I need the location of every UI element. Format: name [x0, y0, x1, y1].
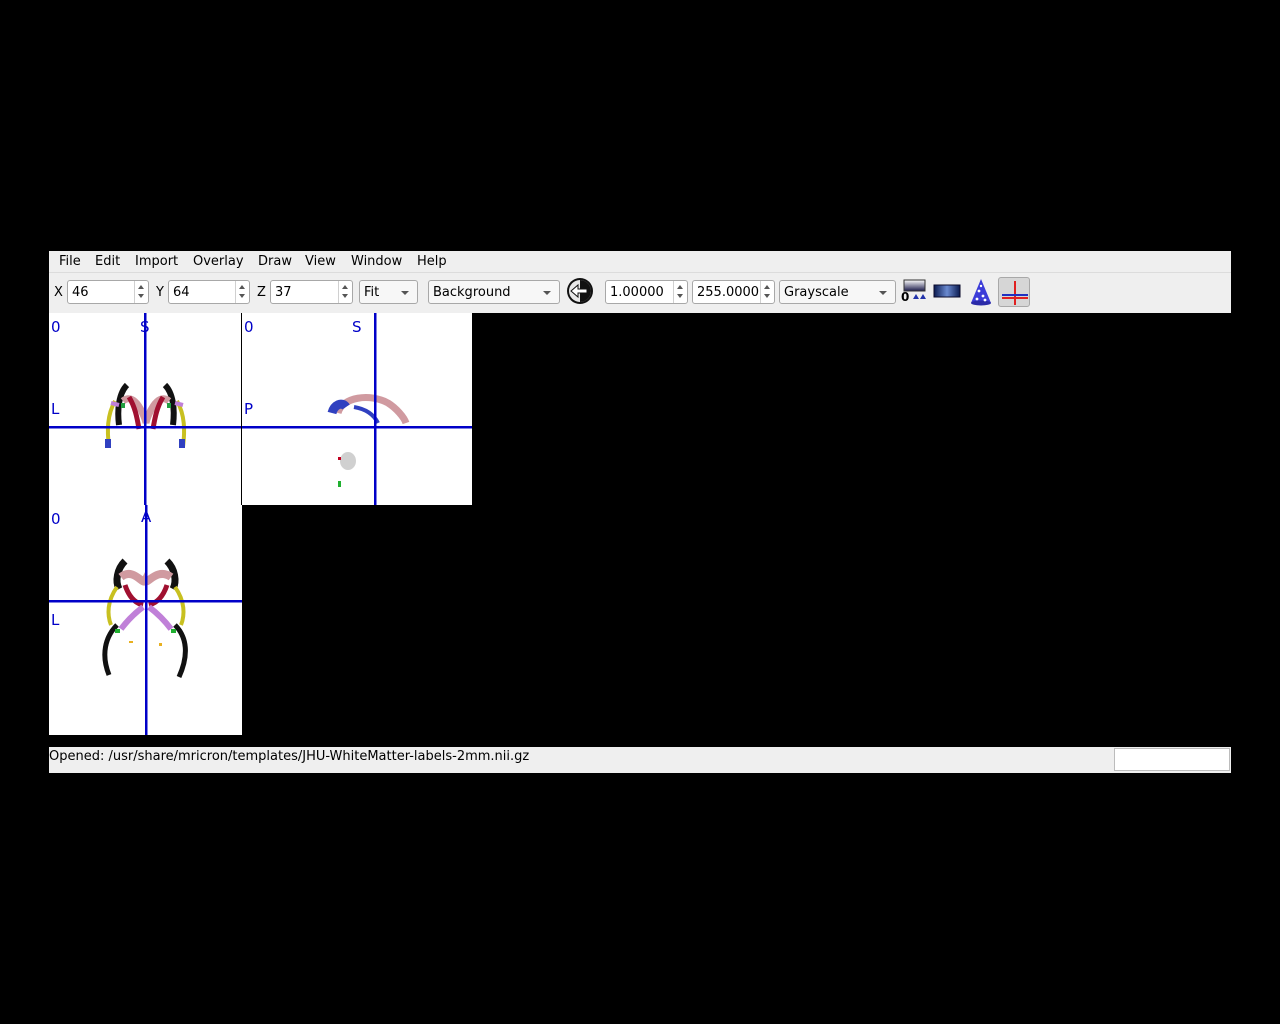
crosshair-toggle-button[interactable]	[998, 277, 1030, 307]
gradient-bar-button[interactable]	[931, 277, 963, 307]
chevron-down-icon	[401, 291, 409, 295]
render-icon	[971, 279, 991, 306]
axial-left-label: L	[51, 611, 60, 629]
menu-view[interactable]: View	[305, 254, 336, 269]
axial-anterior-label: A	[141, 508, 152, 526]
menu-help[interactable]: Help	[417, 254, 447, 269]
sagittal-view[interactable]: 0 S P	[242, 313, 472, 505]
crosshair-icon	[1002, 281, 1028, 305]
axial-brain-image	[49, 505, 242, 735]
y-coordinate-input[interactable]: 64	[168, 280, 250, 304]
sagittal-posterior-label: P	[244, 400, 254, 418]
x-coordinate-input[interactable]: 46	[67, 280, 149, 304]
sagittal-brain-image	[242, 313, 472, 505]
x-value: 46	[72, 285, 89, 300]
status-right-panel	[1114, 748, 1230, 771]
status-bar: Opened: /usr/share/mricron/templates/JHU…	[49, 747, 1231, 773]
render-button[interactable]	[965, 277, 997, 307]
z-label: Z	[257, 285, 266, 300]
x-label: X	[54, 285, 63, 300]
toolbar: X 46 Y 64 Z 37 Fit Background 1.00000 25…	[49, 273, 1231, 313]
undo-button[interactable]	[564, 277, 596, 307]
menu-draw[interactable]: Draw	[258, 254, 292, 269]
display-min-value: 1.00000	[610, 285, 664, 300]
gradient-bar-icon	[933, 284, 961, 298]
sagittal-slice-label: 0	[244, 318, 254, 336]
y-value: 64	[173, 285, 190, 300]
colorscheme-value: Grayscale	[784, 285, 849, 300]
coronal-view[interactable]: 0 S L	[49, 313, 241, 505]
menu-import[interactable]: Import	[135, 254, 178, 269]
z-value: 37	[275, 285, 292, 300]
max-spin-arrows[interactable]	[760, 281, 774, 303]
sagittal-superior-label: S	[352, 318, 362, 336]
layer-dropdown[interactable]: Background	[428, 280, 560, 304]
mricron-window: File Edit Import Overlay Draw View Windo…	[49, 251, 1231, 773]
undo-icon	[567, 278, 593, 304]
menu-file[interactable]: File	[59, 254, 81, 269]
chevron-down-icon	[879, 291, 887, 295]
x-spin-arrows[interactable]	[134, 281, 148, 303]
y-spin-arrows[interactable]	[235, 281, 249, 303]
coronal-superior-label: S	[140, 318, 150, 336]
coronal-left-label: L	[51, 400, 60, 418]
z-coordinate-input[interactable]: 37	[270, 280, 353, 304]
menu-bar: File Edit Import Overlay Draw View Windo…	[49, 251, 1231, 273]
color-adjust-button[interactable]: 0	[899, 277, 931, 307]
axial-view[interactable]: 0 A L	[49, 505, 242, 735]
y-label: Y	[156, 285, 164, 300]
colorscheme-dropdown[interactable]: Grayscale	[779, 280, 896, 304]
z-spin-arrows[interactable]	[338, 281, 352, 303]
layer-value: Background	[433, 285, 511, 300]
zoom-dropdown[interactable]: Fit	[359, 280, 418, 304]
svg-text:0: 0	[901, 290, 909, 304]
coronal-slice-label: 0	[51, 318, 61, 336]
min-spin-arrows[interactable]	[673, 281, 687, 303]
coronal-brain-image	[49, 313, 241, 505]
display-max-value: 255.0000	[697, 285, 760, 300]
chevron-down-icon	[543, 291, 551, 295]
menu-window[interactable]: Window	[351, 254, 402, 269]
zoom-value: Fit	[364, 285, 380, 300]
color-adjust-icon: 0	[901, 279, 926, 304]
menu-edit[interactable]: Edit	[95, 254, 120, 269]
display-min-input[interactable]: 1.00000	[605, 280, 688, 304]
axial-slice-label: 0	[51, 510, 61, 528]
menu-overlay[interactable]: Overlay	[193, 254, 244, 269]
display-max-input[interactable]: 255.0000	[692, 280, 775, 304]
status-text: Opened: /usr/share/mricron/templates/JHU…	[49, 749, 530, 764]
